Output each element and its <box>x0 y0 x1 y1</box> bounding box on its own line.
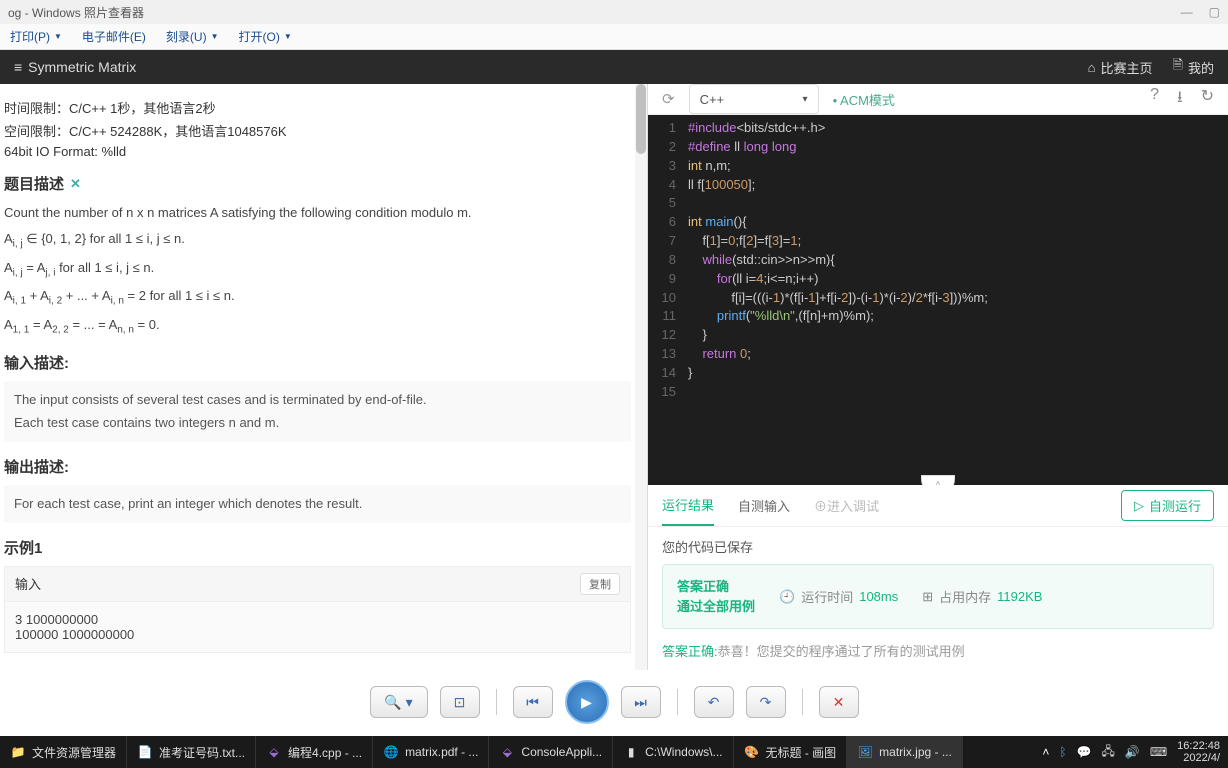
input-description: The input consists of several test cases… <box>4 381 631 441</box>
nav-profile[interactable]: 🗎我的 <box>1173 56 1214 78</box>
rotate-cw-button[interactable]: ↷ <box>746 686 786 718</box>
nav-home[interactable]: ⌂比赛主页 <box>1088 58 1153 77</box>
time-limit: 时间限制：C/C++ 1秒，其他语言2秒 <box>4 98 631 117</box>
rotate-ccw-button[interactable]: ↶ <box>694 686 734 718</box>
section-input: 输入描述: <box>4 352 631 373</box>
file-icon: 🗎 <box>1173 56 1183 78</box>
clock-icon: 🕘 <box>779 589 795 605</box>
language-select[interactable]: C++▾ <box>689 84 819 114</box>
verdict-text: 答案正确 通过全部用例 <box>677 577 755 616</box>
task-vs1[interactable]: ⬙编程4.cpp - ... <box>256 736 373 768</box>
condition-1: Ai, j ∈ {0, 1, 2} for all 1 ≤ i, j ≤ n. <box>4 228 631 253</box>
fit-button[interactable]: ⊡ <box>440 686 480 718</box>
window-title: og - Windows 照片查看器 <box>8 4 144 21</box>
problem-description: Count the number of n x n matrices A sat… <box>4 202 631 224</box>
network-icon[interactable]: 🖧 <box>1102 742 1115 763</box>
download-icon[interactable]: ⭳ <box>1177 86 1183 113</box>
task-chrome[interactable]: 🌐matrix.pdf - ... <box>373 736 489 768</box>
editor-toolbar: ⟳ C++▾ • ACM模式 ? ⭳ ↻ <box>648 84 1228 115</box>
minimize-icon[interactable]: — <box>1181 5 1193 19</box>
result-note: 答案正确:恭喜！您提交的程序通过了所有的测试用例 <box>662 641 1214 660</box>
menu-burn[interactable]: 刻录(U)▼ <box>166 28 219 45</box>
task-explorer[interactable]: 📁文件资源管理器 <box>0 736 127 768</box>
condition-2: Ai, j = Aj, i for all 1 ≤ i, j ≤ n. <box>4 257 631 282</box>
mem-limit: 空间限制：C/C++ 524288K，其他语言1048576K <box>4 121 631 140</box>
app-header: ≡ Symmetric Matrix ⌂比赛主页 🗎我的 <box>0 50 1228 84</box>
reload-icon[interactable]: ⟳ <box>662 90 675 108</box>
slideshow-button[interactable]: ▶ <box>565 680 609 724</box>
collapse-handle[interactable]: ˄ <box>921 475 955 485</box>
play-icon: ▷ <box>1134 498 1144 514</box>
selftest-button[interactable]: ▷ 自测运行 <box>1121 490 1214 521</box>
expand-icon[interactable]: ✕ <box>70 176 81 192</box>
tray-clock[interactable]: 16:22:48 2022/4/ <box>1177 740 1220 764</box>
problem-panel: 时间限制：C/C++ 1秒，其他语言2秒 空间限制：C/C++ 524288K，… <box>0 84 648 670</box>
result-tabs: 运行结果 自测输入 ⊕进入调试 ▷ 自测运行 <box>648 485 1228 527</box>
task-vs2[interactable]: ⬙ConsoleAppli... <box>489 736 613 768</box>
section-output: 输出描述: <box>4 456 631 477</box>
example-input-body: 3 1000000000 100000 1000000000 <box>4 602 631 653</box>
menu-print[interactable]: 打印(P)▼ <box>10 28 62 45</box>
condition-4: A1, 1 = A2, 2 = ... = An, n = 0. <box>4 314 631 339</box>
menu-email[interactable]: 电子邮件(E) <box>82 28 146 45</box>
window-titlebar: og - Windows 照片查看器 — ▢ <box>0 0 1228 24</box>
output-description: For each test case, print an integer whi… <box>4 485 631 523</box>
editor-panel: ⟳ C++▾ • ACM模式 ? ⭳ ↻ 1#include<bits/stdc… <box>648 84 1228 670</box>
next-button[interactable]: ⏭ <box>621 686 661 718</box>
volume-icon[interactable]: 🔊 <box>1125 745 1140 759</box>
task-paint[interactable]: 🎨无标题 - 画图 <box>734 736 848 768</box>
code-editor[interactable]: 1#include<bits/stdc++.h> 2#define ll lon… <box>648 115 1228 485</box>
memory-meta: ⊞ 占用内存 1192KB <box>922 587 1042 606</box>
refresh-icon[interactable]: ↻ <box>1201 86 1214 113</box>
tab-debug[interactable]: ⊕进入调试 <box>814 486 879 525</box>
section-description: 题目描述 ✕ <box>4 173 631 194</box>
copy-button[interactable]: 复制 <box>580 573 620 595</box>
example-input-header: 输入 复制 <box>4 566 631 602</box>
saved-message: 您的代码已保存 <box>662 537 1214 556</box>
verdict-card: 答案正确 通过全部用例 🕘 运行时间 108ms ⊞ 占用内存 1192KB <box>662 564 1214 629</box>
task-cmd[interactable]: ▮C:\Windows\... <box>613 736 733 768</box>
menu-open[interactable]: 打开(O)▼ <box>239 28 292 45</box>
system-tray[interactable]: ˄ ᛒ 💬 🖧 🔊 ⌨ 16:22:48 2022/4/ <box>1034 740 1228 764</box>
delete-button[interactable]: ✕ <box>819 686 859 718</box>
action-center-icon[interactable]: 💬 <box>1077 745 1092 759</box>
photo-viewer-controls: 🔍 ▾ ⊡ ⏮ ▶ ⏭ ↶ ↷ ✕ <box>0 680 1228 724</box>
runtime-meta: 🕘 运行时间 108ms <box>779 587 898 606</box>
taskbar: 📁文件资源管理器 📄准考证号码.txt... ⬙编程4.cpp - ... 🌐m… <box>0 736 1228 768</box>
list-icon: ≡ <box>14 59 22 75</box>
io-format: 64bit IO Format: %lld <box>4 144 631 159</box>
help-icon[interactable]: ? <box>1150 86 1159 113</box>
zoom-button[interactable]: 🔍 ▾ <box>370 686 428 718</box>
bluetooth-icon[interactable]: ᛒ <box>1059 745 1066 759</box>
chip-icon: ⊞ <box>922 589 933 605</box>
task-photos[interactable]: 🖼matrix.jpg - ... <box>847 736 963 768</box>
result-body: 您的代码已保存 答案正确 通过全部用例 🕘 运行时间 108ms ⊞ 占用内存 … <box>648 527 1228 670</box>
tab-run-result[interactable]: 运行结果 <box>662 485 714 526</box>
main-split: 时间限制：C/C++ 1秒，其他语言2秒 空间限制：C/C++ 524288K，… <box>0 84 1228 670</box>
task-notepad[interactable]: 📄准考证号码.txt... <box>127 736 256 768</box>
chevron-down-icon: ▾ <box>803 94 808 105</box>
condition-3: Ai, 1 + Ai, 2 + ... + Ai, n = 2 for all … <box>4 285 631 310</box>
photo-viewer-menubar: 打印(P)▼ 电子邮件(E) 刻录(U)▼ 打开(O)▼ <box>0 24 1228 50</box>
section-example: 示例1 <box>4 537 631 558</box>
prev-button[interactable]: ⏮ <box>513 686 553 718</box>
acm-mode-label: • ACM模式 <box>833 90 895 109</box>
tab-self-input[interactable]: 自测输入 <box>738 486 790 525</box>
scrollbar[interactable] <box>635 84 647 670</box>
tray-up-icon[interactable]: ˄ <box>1042 745 1049 759</box>
ime-icon[interactable]: ⌨ <box>1150 745 1167 759</box>
maximize-icon[interactable]: ▢ <box>1209 5 1220 19</box>
input-label: 输入 <box>15 574 41 593</box>
problem-title: Symmetric Matrix <box>28 59 136 75</box>
home-icon: ⌂ <box>1088 60 1096 75</box>
